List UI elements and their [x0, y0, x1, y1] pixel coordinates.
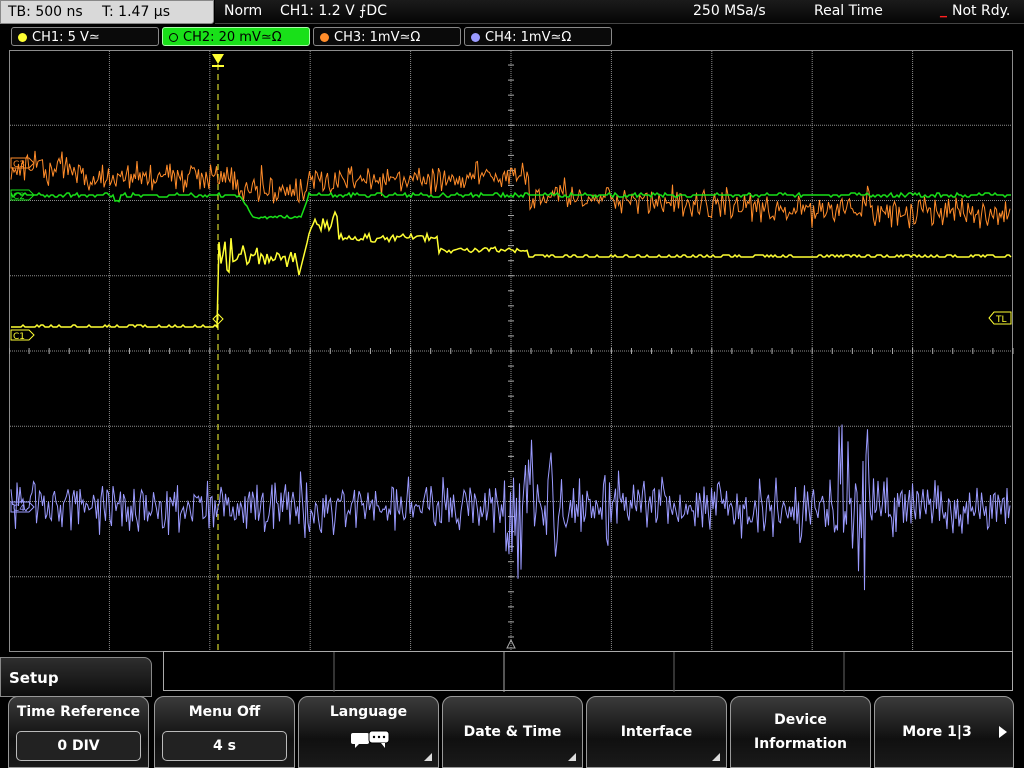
time-reference-value[interactable]: 0 DIV	[16, 731, 141, 761]
trigger-mode[interactable]: Norm	[224, 3, 262, 19]
softkey-language[interactable]: Language	[298, 696, 439, 768]
tab-ch4-label: CH4: 1mV≃Ω	[485, 30, 572, 45]
softkey-more[interactable]: More 1|3	[874, 696, 1014, 768]
trigger-source[interactable]: CH1: 1.2 V ⨍DC	[280, 3, 387, 19]
tab-ch3-label: CH3: 1mV≃Ω	[334, 30, 421, 45]
tab-ch2[interactable]: CH2: 20 mV≃Ω	[162, 27, 310, 46]
softkey-device-information[interactable]: Device Information	[730, 696, 871, 768]
tab-ch3[interactable]: CH3: 1mV≃Ω	[313, 27, 461, 46]
menu-off-label: Menu Off	[188, 704, 261, 720]
right-arrow-icon	[999, 726, 1007, 738]
softkey-date-time[interactable]: Date & Time	[442, 696, 583, 768]
time-reference-label: Time Reference	[16, 704, 141, 720]
ch1-color-dot-icon	[18, 33, 27, 42]
status-bar: TB: 500 ns T: 1.47 µs Norm CH1: 1.2 V ⨍D…	[0, 0, 1024, 26]
tab-ch4[interactable]: CH4: 1mV≃Ω	[464, 27, 612, 46]
acquisition-mode: Real Time	[814, 3, 883, 19]
softkey-time-reference[interactable]: Time Reference 0 DIV	[8, 696, 149, 768]
language-label: Language	[329, 704, 408, 720]
acquisition-state: Not Rdy.	[952, 3, 1011, 19]
speech-bubbles-icon	[351, 730, 390, 748]
submenu-corner-icon	[568, 753, 576, 761]
softkey-menu-off[interactable]: Menu Off 4 s	[154, 696, 295, 768]
softkey-interface[interactable]: Interface	[586, 696, 727, 768]
device-info-label-line2: Information	[754, 736, 847, 752]
interface-label: Interface	[620, 724, 693, 740]
ch4-color-dot-icon	[471, 33, 480, 42]
ch2-color-dot-icon	[169, 33, 178, 42]
sample-rate: 250 MSa/s	[693, 3, 766, 19]
menu-off-value[interactable]: 4 s	[162, 731, 287, 761]
c2-marker-label: C2	[13, 192, 25, 202]
zoom-overview-strip[interactable]	[163, 651, 1013, 692]
device-info-label-line1: Device	[774, 712, 827, 728]
tab-ch1[interactable]: CH1: 5 V≃	[11, 27, 159, 46]
tab-ch2-label: CH2: 20 mV≃Ω	[183, 30, 282, 45]
alert-mark-icon: ▁	[940, 8, 947, 18]
submenu-corner-icon	[424, 753, 432, 761]
timebase-box[interactable]: TB: 500 ns T: 1.47 µs	[0, 0, 214, 24]
submenu-corner-icon	[712, 753, 720, 761]
timebase-readout: TB: 500 ns	[8, 4, 83, 20]
menu-title: Setup	[0, 657, 152, 697]
ch3-color-dot-icon	[320, 33, 329, 42]
c4-marker-label: C4	[13, 504, 25, 514]
tab-ch1-label: CH1: 5 V≃	[32, 30, 100, 45]
waveform-display[interactable]: C3 C2 C1 C4 TL	[9, 50, 1014, 653]
c3-marker-label: C3	[13, 160, 25, 170]
trigger-time-readout: T: 1.47 µs	[102, 4, 171, 20]
date-time-label: Date & Time	[463, 724, 562, 740]
trigger-level-label: TL	[995, 315, 1007, 325]
more-label: More 1|3	[902, 724, 972, 740]
c1-marker-label: C1	[13, 332, 25, 342]
